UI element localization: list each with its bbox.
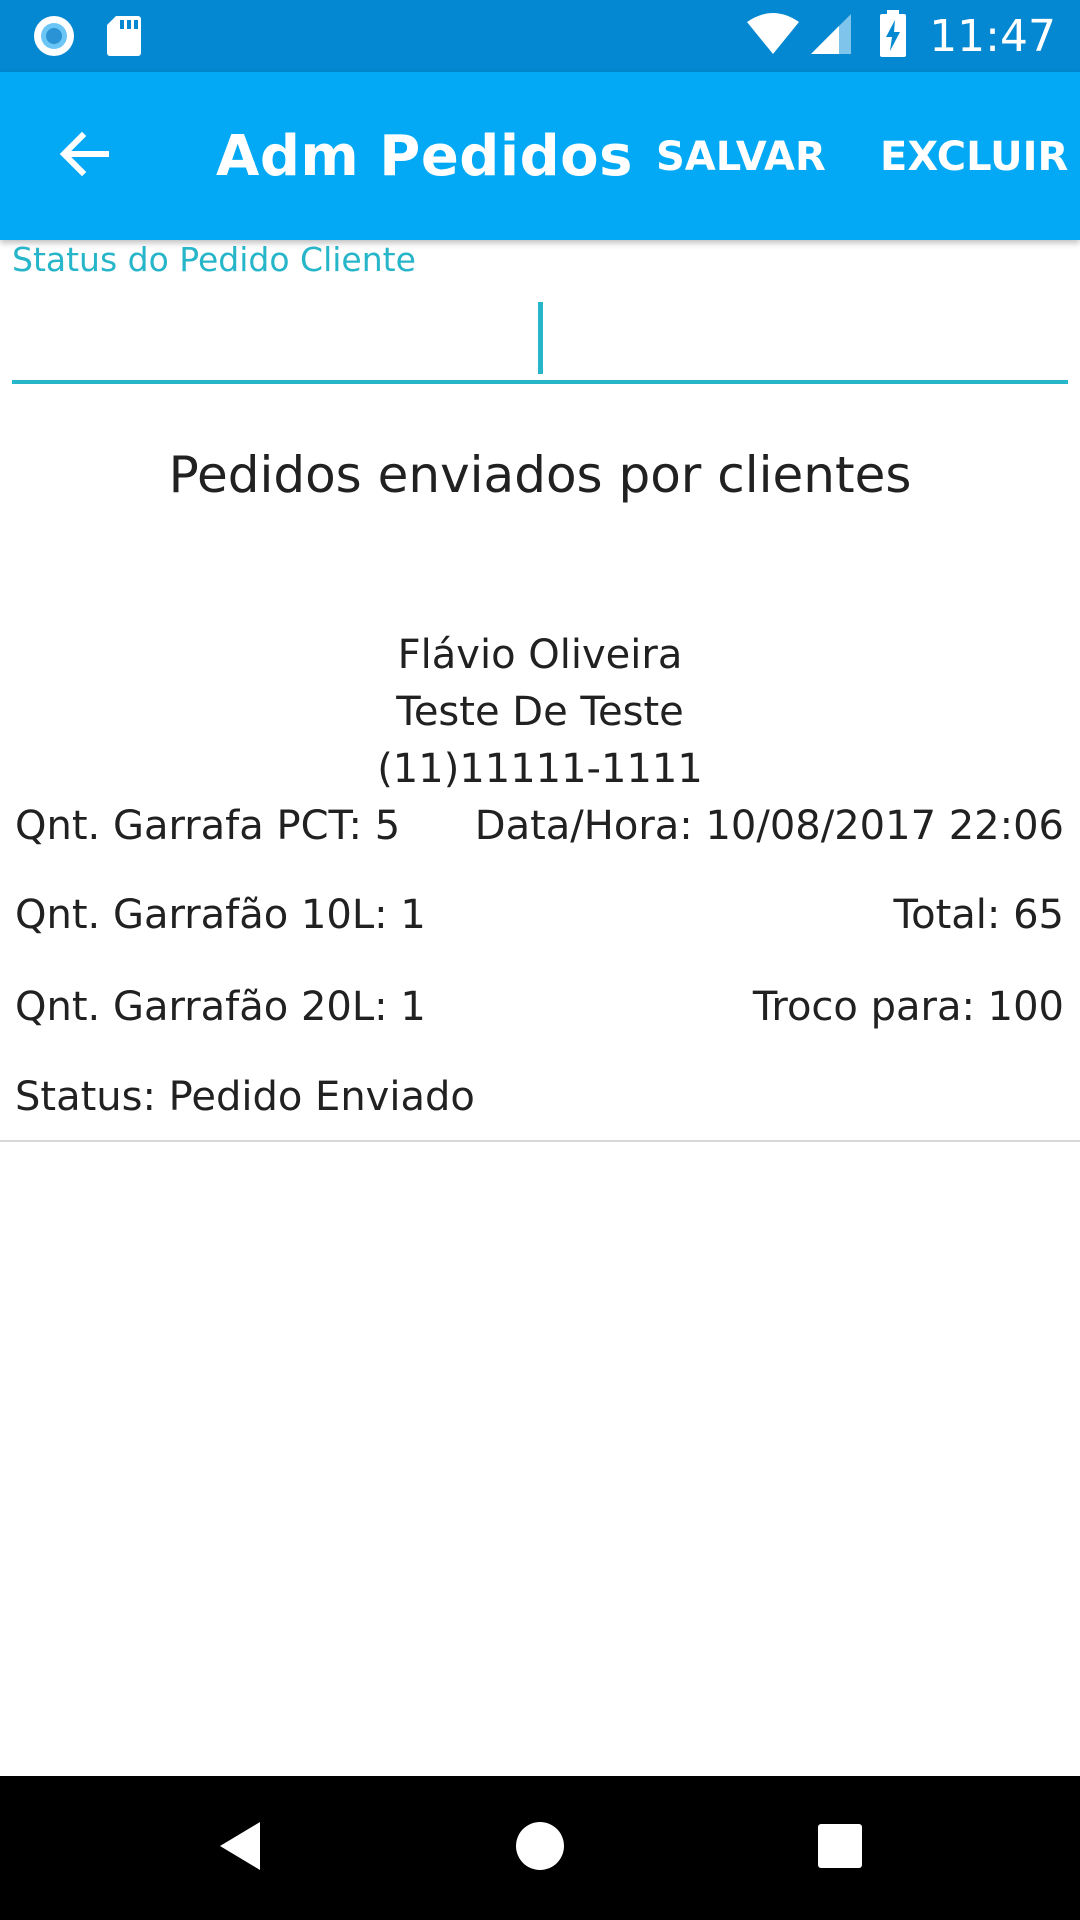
cell-signal-icon [809, 12, 853, 60]
client-address: Teste De Teste [396, 689, 684, 735]
page-title: Adm Pedidos [216, 124, 633, 189]
client-phone: (11)11111-1111 [377, 746, 703, 792]
status-bar: 11:47 [0, 0, 1080, 72]
sd-card-icon [106, 14, 142, 62]
garrafao-10l-qty: Qnt. Garrafão 10L: 1 [15, 892, 426, 938]
garrafao-20l-qty: Qnt. Garrafão 20L: 1 [15, 984, 426, 1030]
nav-home-button[interactable] [460, 1776, 620, 1920]
nav-home-icon [515, 1821, 565, 1875]
nav-recents-button[interactable] [760, 1776, 920, 1920]
back-button[interactable] [40, 116, 128, 196]
nav-back-button[interactable] [160, 1776, 320, 1920]
order-datetime: Data/Hora: 10/08/2017 22:06 [474, 803, 1064, 849]
list-divider [0, 1140, 1080, 1142]
order-list-item[interactable]: Flávio Oliveira Teste De Teste (11)11111… [0, 620, 1080, 1142]
status-bar-left [32, 14, 142, 62]
order-status: Status: Pedido Enviado [15, 1074, 475, 1120]
navigation-bar [0, 1776, 1080, 1920]
order-change: Troco para: 100 [752, 984, 1064, 1030]
wifi-icon [745, 12, 801, 60]
app-bar: Adm Pedidos SALVAR EXCLUIR [0, 72, 1080, 240]
clock: 11:47 [929, 10, 1056, 62]
nav-back-icon [216, 1820, 264, 1876]
client-name: Flávio Oliveira [397, 632, 683, 678]
nav-recents-icon [817, 1823, 863, 1873]
text-cursor [538, 302, 543, 374]
garrafa-pct-qty: Qnt. Garrafa PCT: 5 [15, 803, 401, 849]
order-total: Total: 65 [893, 892, 1064, 938]
status-bar-right: 11:47 [745, 0, 1056, 72]
save-button[interactable]: SALVAR [656, 134, 826, 180]
battery-charging-icon [879, 10, 907, 62]
notification-circle-icon [32, 14, 76, 62]
delete-button[interactable]: EXCLUIR [880, 134, 1068, 180]
section-heading: Pedidos enviados por clientes [168, 446, 912, 504]
arrow-left-icon [58, 130, 110, 182]
status-field-label: Status do Pedido Cliente [12, 240, 416, 279]
